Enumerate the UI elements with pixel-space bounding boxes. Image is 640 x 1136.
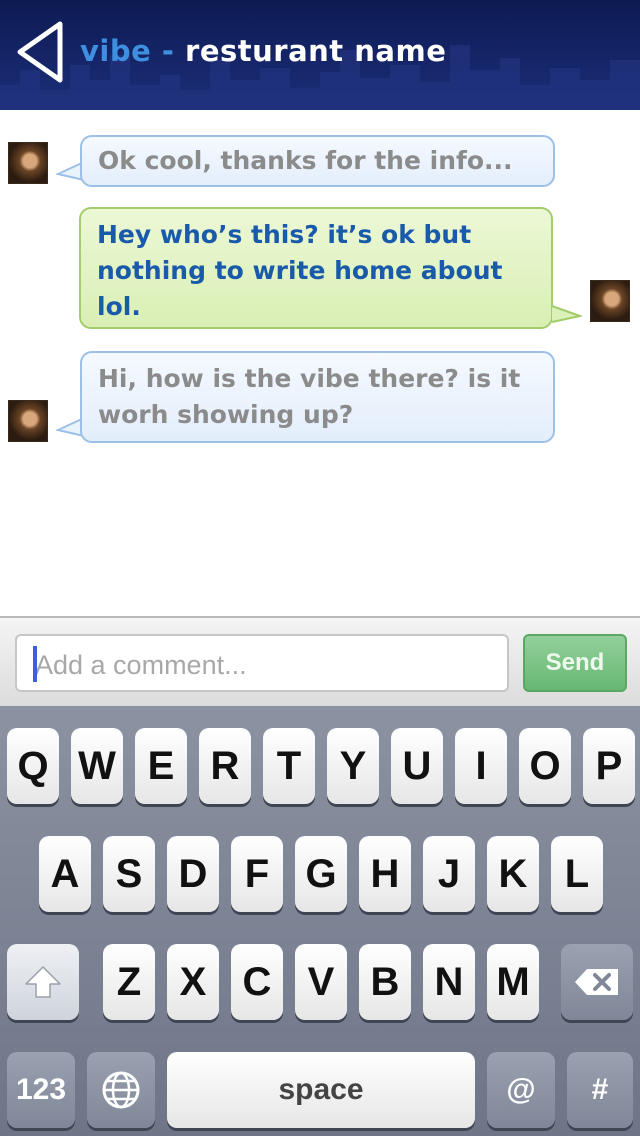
message-text: Ok cool, thanks for the info... (98, 146, 513, 175)
comment-placeholder: Add a comment... (35, 650, 247, 680)
key-q[interactable]: Q (7, 728, 59, 804)
key-f[interactable]: F (231, 836, 283, 912)
key-z[interactable]: Z (103, 944, 155, 1020)
hash-key[interactable]: # (567, 1052, 633, 1128)
key-d[interactable]: D (167, 836, 219, 912)
key-u[interactable]: U (391, 728, 443, 804)
shift-key[interactable] (7, 944, 79, 1020)
key-m[interactable]: M (487, 944, 539, 1020)
key-i[interactable]: I (455, 728, 507, 804)
key-h[interactable]: H (359, 836, 411, 912)
message-thread: Ok cool, thanks for the info... Hey who’… (0, 110, 640, 616)
key-g[interactable]: G (295, 836, 347, 912)
back-chevron-icon (17, 21, 63, 83)
message-text: Hi, how is the vibe there? is it worh sh… (98, 364, 521, 429)
key-w[interactable]: W (71, 728, 123, 804)
key-a[interactable]: A (39, 836, 91, 912)
key-r[interactable]: R (199, 728, 251, 804)
key-e[interactable]: E (135, 728, 187, 804)
title-separator: - (161, 34, 175, 68)
text-cursor (33, 646, 37, 682)
key-n[interactable]: N (423, 944, 475, 1020)
comment-input[interactable]: Add a comment... (15, 634, 509, 692)
backspace-icon (575, 969, 618, 995)
message-bubble-outgoing: Hey who’s this? it’s ok but nothing to w… (79, 207, 553, 329)
send-button[interactable]: Send (523, 634, 627, 692)
space-key[interactable]: space (167, 1052, 475, 1128)
globe-icon (102, 1071, 140, 1109)
message-bubble-incoming: Ok cool, thanks for the info... (80, 135, 555, 187)
avatar (8, 400, 48, 442)
avatar (590, 280, 630, 322)
comment-bar: Add a comment... Send (0, 616, 640, 706)
key-j[interactable]: J (423, 836, 475, 912)
back-button[interactable] (14, 20, 66, 84)
message-text: Hey who’s this? it’s ok but nothing to w… (97, 220, 503, 321)
top-bar: vibe - resturant name (0, 0, 640, 110)
delete-key[interactable] (561, 944, 633, 1020)
key-v[interactable]: V (295, 944, 347, 1020)
key-b[interactable]: B (359, 944, 411, 1020)
key-y[interactable]: Y (327, 728, 379, 804)
key-c[interactable]: C (231, 944, 283, 1020)
bubble-tail (551, 305, 582, 323)
key-o[interactable]: O (519, 728, 571, 804)
key-t[interactable]: T (263, 728, 315, 804)
at-key[interactable]: @ (487, 1052, 555, 1128)
brand-name: vibe (80, 34, 152, 68)
venue-name: resturant name (185, 34, 447, 68)
key-k[interactable]: K (487, 836, 539, 912)
globe-key[interactable] (87, 1052, 155, 1128)
onscreen-keyboard: Q W E R T Y U I O P A S D F G H J K L Z … (0, 706, 640, 1136)
key-s[interactable]: S (103, 836, 155, 912)
key-p[interactable]: P (583, 728, 635, 804)
avatar (8, 142, 48, 184)
key-x[interactable]: X (167, 944, 219, 1020)
shift-arrow-icon (25, 966, 61, 998)
page-title: vibe - resturant name (80, 34, 446, 68)
numbers-key[interactable]: 123 (7, 1052, 75, 1128)
key-l[interactable]: L (551, 836, 603, 912)
message-bubble-incoming: Hi, how is the vibe there? is it worh sh… (80, 351, 555, 443)
